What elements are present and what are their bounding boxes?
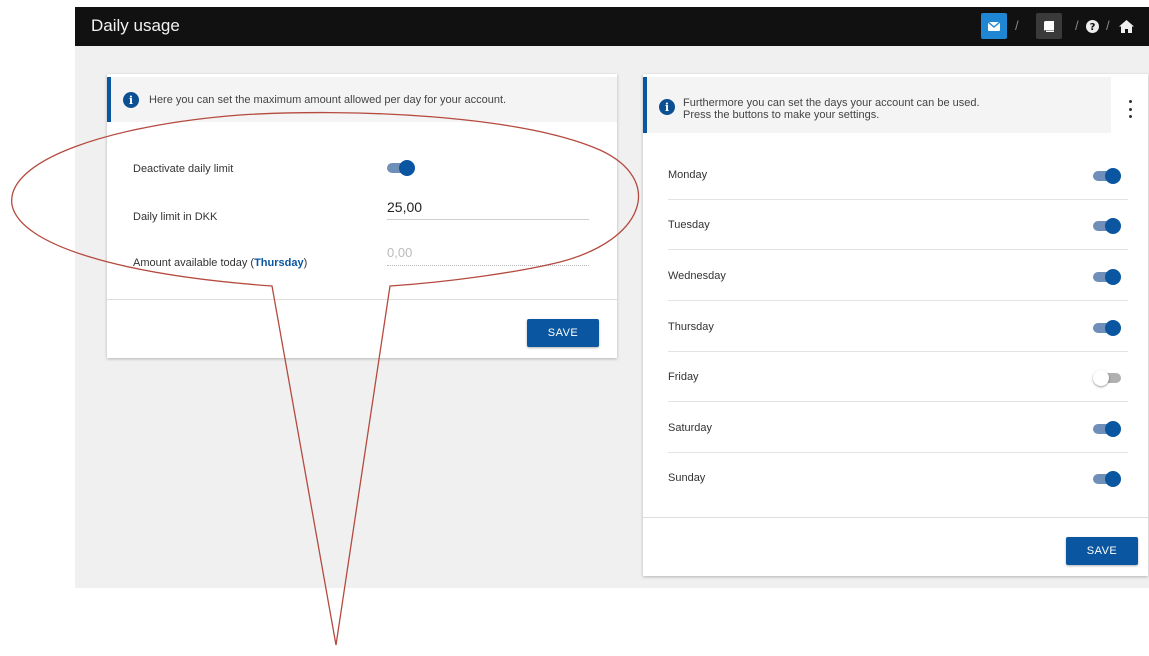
envelope-icon <box>988 21 1000 31</box>
info-icon: i <box>659 99 675 115</box>
usage-days-info-text: Furthermore you can set the days your ac… <box>683 97 980 121</box>
tuesday-toggle[interactable] <box>1093 216 1121 236</box>
day-label: Friday <box>668 371 699 383</box>
saturday-toggle[interactable] <box>1093 419 1121 439</box>
book-button[interactable] <box>1036 13 1062 39</box>
more-options-icon[interactable] <box>1125 100 1135 118</box>
day-row-saturday: Saturday <box>643 403 1148 453</box>
day-label: Saturday <box>668 422 713 434</box>
app-window: Daily usage / / ? / i Here you can set t… <box>75 7 1149 588</box>
breadcrumb-separator: / <box>1106 18 1110 33</box>
current-day: Thursday <box>254 257 304 269</box>
sunday-toggle[interactable] <box>1093 469 1121 489</box>
usage-days-info: i Furthermore you can set the days your … <box>643 77 1111 133</box>
breadcrumb-separator: / <box>1015 18 1019 33</box>
breadcrumb-separator: / <box>1075 18 1079 33</box>
daily-limit-info-text: Here you can set the maximum amount allo… <box>149 94 507 106</box>
day-row-wednesday: Wednesday <box>643 251 1148 301</box>
help-button[interactable]: ? <box>1084 16 1100 36</box>
day-label: Wednesday <box>668 270 726 282</box>
day-row-monday: Monday <box>643 150 1148 200</box>
amount-available-field: 0,00 <box>387 245 589 266</box>
question-circle-icon: ? <box>1085 19 1099 33</box>
divider <box>107 299 617 300</box>
day-label: Sunday <box>668 472 706 484</box>
thursday-toggle[interactable] <box>1093 318 1121 338</box>
daily-limit-card: i Here you can set the maximum amount al… <box>107 74 617 358</box>
daily-limit-label: Daily limit in DKK <box>133 211 218 223</box>
friday-toggle[interactable] <box>1093 368 1121 388</box>
daily-limit-info: i Here you can set the maximum amount al… <box>107 77 617 122</box>
divider <box>643 517 1148 518</box>
day-label: Thursday <box>668 321 714 333</box>
wednesday-toggle[interactable] <box>1093 267 1121 287</box>
day-label: Monday <box>668 169 708 181</box>
day-label: Tuesday <box>668 219 710 231</box>
home-icon <box>1118 19 1134 33</box>
save-days-button[interactable]: SAVE <box>1066 537 1138 565</box>
usage-days-card: i Furthermore you can set the days your … <box>643 74 1148 576</box>
amount-available-label: Amount available today (Thursday) <box>133 257 308 269</box>
top-bar: Daily usage / / ? / <box>75 7 1149 46</box>
page-title: Daily usage <box>91 16 180 35</box>
book-icon <box>1044 20 1054 32</box>
day-row-sunday: Sunday <box>643 453 1148 503</box>
daily-limit-input[interactable]: 25,00 <box>387 199 589 220</box>
deactivate-limit-label: Deactivate daily limit <box>133 163 234 175</box>
mail-button[interactable] <box>981 13 1007 39</box>
day-row-thursday: Thursday <box>643 302 1148 352</box>
monday-toggle[interactable] <box>1093 166 1121 186</box>
day-row-tuesday: Tuesday <box>643 200 1148 250</box>
svg-text:?: ? <box>1089 22 1095 33</box>
save-limit-button[interactable]: SAVE <box>527 319 599 347</box>
home-button[interactable] <box>1118 16 1134 36</box>
info-icon: i <box>123 92 139 108</box>
day-row-friday: Friday <box>643 352 1148 402</box>
deactivate-limit-toggle[interactable] <box>387 158 415 178</box>
